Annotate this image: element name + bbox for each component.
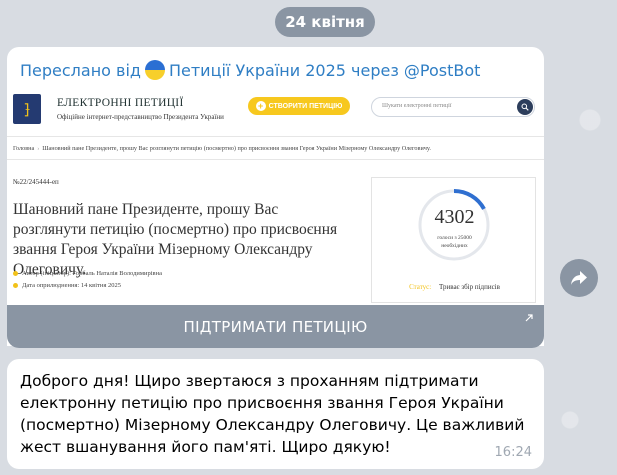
- votes-count: 4302: [434, 206, 475, 228]
- support-petition-label: ПІДТРИМАТИ ПЕТИЦІЮ: [183, 317, 368, 336]
- petition-title: Шановний пане Президенте, прошу Вас розг…: [13, 201, 338, 278]
- petition-author-text: Автор (ініціатор): Горбаль Наталія Волод…: [22, 270, 162, 277]
- breadcrumb-home: Головна: [13, 144, 35, 152]
- preview-site-header: ⹖ ЕЛЕКТРОННІ ПЕТИЦІЇ Офіційне інтернет-п…: [7, 88, 544, 128]
- votes-label: голоси з 25000 необхідних: [372, 234, 537, 250]
- breadcrumb-current: Шановний пане Президенте, прошу Вас розг…: [42, 144, 431, 152]
- preview-create-petition-label: СТВОРИТИ ПЕТИЦІЮ: [268, 102, 343, 110]
- message-time: 16:24: [494, 445, 532, 460]
- share-arrow-icon: [571, 271, 587, 285]
- petition-number: №22/245444-еп: [13, 178, 59, 186]
- coat-of-arms-logo-icon: ⹖: [13, 94, 41, 124]
- status-value: Триває збір підписів: [438, 283, 500, 291]
- forward-channel-name[interactable]: Петиції України 2025 через @PostBot: [169, 61, 480, 80]
- status-label: Статус:: [409, 283, 432, 291]
- preview-petition-details: №22/245444-еп Шановний пане Президенте, …: [13, 178, 353, 289]
- external-link-arrow-icon: [525, 314, 533, 322]
- author-icon: [13, 271, 18, 276]
- forward-share-button[interactable]: [560, 259, 598, 297]
- preview-search-placeholder: Шукати електронні петиції: [382, 103, 452, 109]
- forward-header[interactable]: Переслано від Петиції України 2025 через…: [20, 57, 480, 83]
- petition-author: Автор (ініціатор): Горбаль Наталія Волод…: [13, 270, 162, 277]
- forward-prefix: Переслано від: [20, 60, 141, 80]
- ukraine-flag-avatar-icon: [144, 60, 165, 80]
- petition-published-text: Дата оприлюднення: 14 квітня 2025: [22, 282, 121, 289]
- preview-search-box: Шукати електронні петиції: [371, 97, 535, 117]
- preview-create-petition-button: + СТВОРИТИ ПЕТИЦІЮ: [248, 97, 350, 115]
- preview-site-subtitle: Офіційне інтернет-представництво Президе…: [57, 113, 224, 121]
- calendar-icon: [13, 283, 18, 288]
- votes-label-line2: необхідних: [441, 243, 468, 249]
- petition-published-date: Дата оприлюднення: 14 квітня 2025: [13, 282, 121, 289]
- petition-votes-card: 4302 голоси з 25000 необхідних Статус: Т…: [371, 177, 536, 303]
- votes-label-line1: голоси з 25000: [437, 235, 472, 241]
- message-text: Доброго дня! Щиро звертаюся з проханням …: [20, 372, 525, 456]
- text-message-bubble[interactable]: Доброго дня! Щиро звертаюся з проханням …: [7, 359, 544, 469]
- chevron-right-icon: ›: [37, 144, 40, 152]
- forwarded-message-bubble[interactable]: Переслано від Петиції України 2025 через…: [7, 47, 544, 348]
- preview-breadcrumb: Головна › Шановний пане Президенте, прош…: [7, 136, 544, 160]
- plus-icon: +: [255, 101, 266, 111]
- date-separator: 24 квітня: [275, 7, 375, 37]
- support-petition-button[interactable]: ПІДТРИМАТИ ПЕТИЦІЮ: [7, 305, 544, 348]
- petition-status: Статус: Триває збір підписів: [372, 283, 537, 291]
- search-icon: [517, 99, 533, 115]
- preview-site-title: ЕЛЕКТРОННІ ПЕТИЦІЇ: [57, 97, 184, 109]
